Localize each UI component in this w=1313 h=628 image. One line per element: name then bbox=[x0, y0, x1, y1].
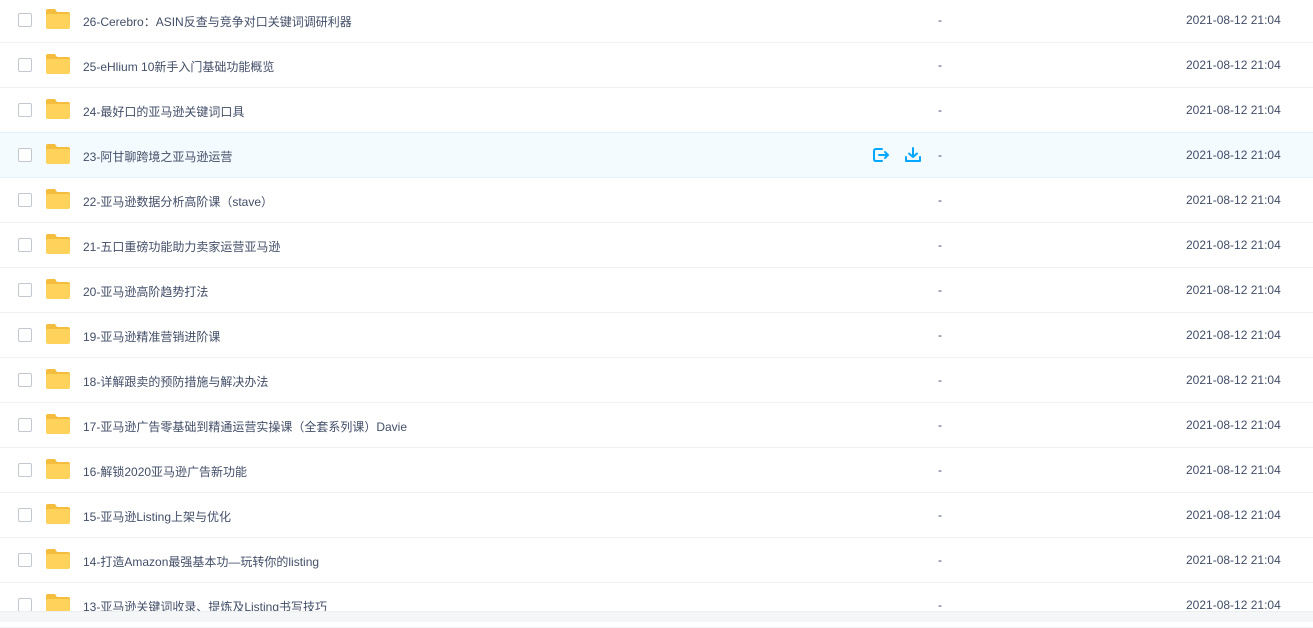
table-row[interactable]: 16-解锁2020亚马逊广告新功能 - 2021-08-12 21:04 bbox=[0, 448, 1313, 493]
modified-date: 2021-08-12 21:04 bbox=[1186, 463, 1281, 477]
row-checkbox[interactable] bbox=[18, 553, 32, 567]
table-row[interactable]: 22-亚马逊数据分析高阶课（stave） - 2021-08-12 21:04 bbox=[0, 178, 1313, 223]
row-checkbox[interactable] bbox=[18, 13, 32, 27]
modified-date: 2021-08-12 21:04 bbox=[1186, 58, 1281, 72]
download-icon[interactable] bbox=[904, 146, 922, 164]
row-checkbox[interactable] bbox=[18, 148, 32, 162]
file-size: - bbox=[938, 463, 942, 477]
file-size: - bbox=[938, 238, 942, 252]
row-checkbox[interactable] bbox=[18, 283, 32, 297]
modified-date: 2021-08-12 21:04 bbox=[1186, 238, 1281, 252]
row-checkbox[interactable] bbox=[18, 58, 32, 72]
folder-icon bbox=[46, 99, 70, 119]
file-name-link[interactable]: 17-亚马逊广告零基础到精通运营实操课（全套系列课）Davie bbox=[83, 418, 407, 435]
file-name-link[interactable]: 22-亚马逊数据分析高阶课（stave） bbox=[83, 193, 273, 210]
file-name-link[interactable]: 18-详解跟卖的预防措施与解决办法 bbox=[83, 373, 268, 390]
table-row[interactable]: 21-五口重磅功能助力卖家运营亚马逊 - 2021-08-12 21:04 bbox=[0, 223, 1313, 268]
modified-date: 2021-08-12 21:04 bbox=[1186, 598, 1281, 612]
file-size: - bbox=[938, 58, 942, 72]
file-name-link[interactable]: 26-Cerebro：ASIN反查与竞争对口关键词调研利器 bbox=[83, 13, 352, 30]
table-row[interactable]: 20-亚马逊高阶趋势打法 - 2021-08-12 21:04 bbox=[0, 268, 1313, 313]
modified-date: 2021-08-12 21:04 bbox=[1186, 418, 1281, 432]
folder-icon bbox=[46, 414, 70, 434]
row-checkbox[interactable] bbox=[18, 373, 32, 387]
file-size: - bbox=[938, 328, 942, 342]
file-size: - bbox=[938, 373, 942, 387]
file-name-link[interactable]: 14-打造Amazon最强基本功—玩转你的listing bbox=[83, 553, 319, 570]
file-name-link[interactable]: 15-亚马逊Listing上架与优化 bbox=[83, 508, 231, 525]
modified-date: 2021-08-12 21:04 bbox=[1186, 553, 1281, 567]
table-row[interactable]: 15-亚马逊Listing上架与优化 - 2021-08-12 21:04 bbox=[0, 493, 1313, 538]
file-name-link[interactable]: 23-阿甘聊跨境之亚马逊运营 bbox=[83, 148, 232, 165]
table-row[interactable]: 26-Cerebro：ASIN反查与竞争对口关键词调研利器 - 2021-08-12… bbox=[0, 0, 1313, 43]
modified-date: 2021-08-12 21:04 bbox=[1186, 13, 1281, 27]
table-row[interactable]: 14-打造Amazon最强基本功—玩转你的listing - 2021-08-12 … bbox=[0, 538, 1313, 583]
row-actions bbox=[872, 146, 922, 164]
table-row[interactable]: 23-阿甘聊跨境之亚马逊运营 - 2021-08-12 21:04 bbox=[0, 132, 1313, 178]
file-size: - bbox=[938, 103, 942, 117]
file-size: - bbox=[938, 193, 942, 207]
table-row[interactable]: 17-亚马逊广告零基础到精通运营实操课（全套系列课）Davie - 2021-08-… bbox=[0, 403, 1313, 448]
row-checkbox[interactable] bbox=[18, 238, 32, 252]
folder-icon bbox=[46, 504, 70, 524]
file-size: - bbox=[938, 508, 942, 522]
file-size: - bbox=[938, 13, 942, 27]
modified-date: 2021-08-12 21:04 bbox=[1186, 103, 1281, 117]
scrollbar-thumb[interactable] bbox=[0, 614, 1313, 620]
row-checkbox[interactable] bbox=[18, 508, 32, 522]
folder-icon bbox=[46, 279, 70, 299]
folder-icon bbox=[46, 324, 70, 344]
file-name-link[interactable]: 16-解锁2020亚马逊广告新功能 bbox=[83, 463, 247, 480]
folder-icon bbox=[46, 369, 70, 389]
row-checkbox[interactable] bbox=[18, 328, 32, 342]
row-checkbox[interactable] bbox=[18, 103, 32, 117]
row-checkbox[interactable] bbox=[18, 463, 32, 477]
row-checkbox[interactable] bbox=[18, 598, 32, 612]
file-size: - bbox=[938, 418, 942, 432]
modified-date: 2021-08-12 21:04 bbox=[1186, 373, 1281, 387]
row-checkbox[interactable] bbox=[18, 193, 32, 207]
table-row[interactable]: 19-亚马逊精准营销进阶课 - 2021-08-12 21:04 bbox=[0, 313, 1313, 358]
file-name-link[interactable]: 20-亚马逊高阶趋势打法 bbox=[83, 283, 208, 300]
file-list: 26-Cerebro：ASIN反查与竞争对口关键词调研利器 - 2021-08-12… bbox=[0, 0, 1313, 628]
share-icon[interactable] bbox=[872, 146, 890, 164]
file-name-link[interactable]: 25-eHlium 10新手入门基础功能概览 bbox=[83, 58, 274, 75]
folder-icon bbox=[46, 459, 70, 479]
table-row[interactable]: 25-eHlium 10新手入门基础功能概览 - 2021-08-12 21:04 bbox=[0, 43, 1313, 88]
modified-date: 2021-08-12 21:04 bbox=[1186, 193, 1281, 207]
modified-date: 2021-08-12 21:04 bbox=[1186, 148, 1281, 162]
file-name-link[interactable]: 19-亚马逊精准营销进阶课 bbox=[83, 328, 220, 345]
folder-icon bbox=[46, 54, 70, 74]
folder-icon bbox=[46, 189, 70, 209]
folder-icon bbox=[46, 144, 70, 164]
row-checkbox[interactable] bbox=[18, 418, 32, 432]
modified-date: 2021-08-12 21:04 bbox=[1186, 283, 1281, 297]
table-row[interactable]: 24-最好口的亚马逊关键词口具 - 2021-08-12 21:04 bbox=[0, 88, 1313, 133]
file-size: - bbox=[938, 283, 942, 297]
folder-icon bbox=[46, 9, 70, 29]
file-size: - bbox=[938, 553, 942, 567]
file-size: - bbox=[938, 598, 942, 612]
folder-icon bbox=[46, 234, 70, 254]
file-size: - bbox=[938, 148, 942, 162]
file-name-link[interactable]: 21-五口重磅功能助力卖家运营亚马逊 bbox=[83, 238, 280, 255]
horizontal-scrollbar[interactable] bbox=[0, 611, 1313, 622]
modified-date: 2021-08-12 21:04 bbox=[1186, 328, 1281, 342]
table-row[interactable]: 18-详解跟卖的预防措施与解决办法 - 2021-08-12 21:04 bbox=[0, 358, 1313, 403]
modified-date: 2021-08-12 21:04 bbox=[1186, 508, 1281, 522]
file-name-link[interactable]: 24-最好口的亚马逊关键词口具 bbox=[83, 103, 244, 120]
folder-icon bbox=[46, 549, 70, 569]
